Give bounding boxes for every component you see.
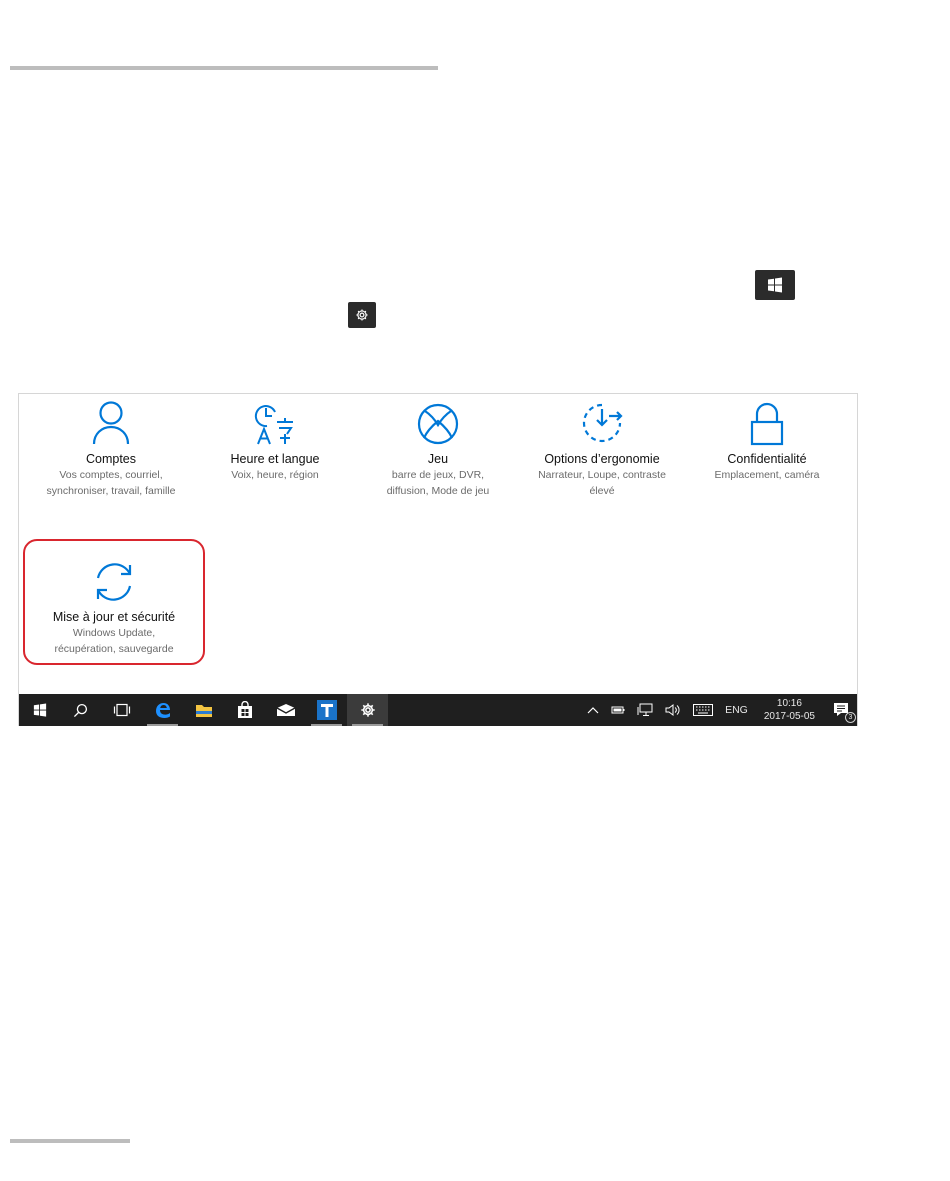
search-button[interactable] [60, 694, 101, 726]
clock-time: 10:16 [776, 698, 802, 709]
notification-count-badge: 3 [845, 712, 856, 723]
tile-options-ergonomie[interactable]: Options d’ergonomie Narrateur, Loupe, co… [517, 396, 687, 499]
mail-icon [276, 704, 295, 716]
windows-key-icon [755, 270, 795, 300]
volume-icon [665, 704, 680, 716]
t-app-button[interactable] [306, 694, 347, 726]
action-center-button[interactable]: 3 [825, 694, 857, 726]
show-hidden-icons-button[interactable] [581, 694, 605, 726]
tile-confidentialite[interactable]: Confidentialité Emplacement, caméra [682, 396, 852, 483]
tile-desc-line: synchroniser, travail, famille [46, 485, 176, 497]
tile-desc-line: Narrateur, Loupe, contraste [538, 469, 666, 481]
red-highlight-box [23, 539, 205, 665]
store-button[interactable] [224, 694, 265, 726]
battery-icon [611, 706, 625, 714]
tile-title: Confidentialité [727, 452, 807, 466]
tile-comptes[interactable]: Comptes Vos comptes, courriel, synchroni… [26, 396, 196, 499]
chevron-up-icon [587, 707, 599, 714]
time-language-icon [254, 405, 293, 445]
network-icon [637, 703, 653, 716]
file-explorer-button[interactable] [183, 694, 224, 726]
settings-gear-icon [360, 703, 375, 717]
t-app-icon [316, 700, 337, 720]
settings-gear-key-icon [348, 302, 376, 328]
task-view-button[interactable] [101, 694, 142, 726]
bottom-rule [10, 1139, 130, 1143]
person-icon [92, 401, 130, 445]
edge-button[interactable] [142, 694, 183, 726]
tile-desc-line: élevé [589, 485, 615, 497]
edge-icon [155, 703, 170, 718]
network-button[interactable] [631, 694, 659, 726]
file-explorer-icon [195, 705, 212, 717]
clock[interactable]: 10:16 2017-05-05 [754, 697, 825, 723]
tile-title: Jeu [427, 452, 449, 466]
tile-title: Options d’ergonomie [544, 452, 660, 466]
tile-title: Heure et langue [230, 452, 320, 466]
ease-of-access-icon [582, 403, 623, 443]
tile-heure-langue[interactable]: Heure et langue Voix, heure, région [190, 396, 360, 483]
tile-desc-line: diffusion, Mode de jeu [386, 485, 490, 497]
top-rule [10, 66, 438, 70]
search-icon [73, 703, 88, 717]
touch-keyboard-button[interactable] [687, 694, 719, 726]
tile-desc-line: Voix, heure, région [231, 469, 319, 481]
start-button[interactable] [19, 694, 60, 726]
clock-date: 2017-05-05 [763, 711, 815, 722]
tile-desc-line: Vos comptes, courriel, [59, 469, 163, 481]
battery-button[interactable] [605, 694, 631, 726]
task-view-icon [113, 703, 130, 717]
tile-jeu[interactable]: Jeu barre de jeux, DVR, diffusion, Mode … [353, 396, 523, 499]
keyboard-icon [693, 704, 714, 716]
store-icon [237, 701, 252, 718]
system-tray: ENG 10:16 2017-05-05 3 [581, 694, 857, 726]
tile-desc-line: barre de jeux, DVR, [391, 469, 485, 481]
volume-button[interactable] [659, 694, 687, 726]
settings-taskbar-button[interactable] [347, 694, 388, 726]
start-icon [33, 703, 46, 717]
mail-button[interactable] [265, 694, 306, 726]
tile-desc-line: Emplacement, caméra [714, 469, 820, 481]
taskbar: ENG 10:16 2017-05-05 3 [19, 694, 857, 726]
settings-screenshot: Comptes Vos comptes, courriel, synchroni… [18, 393, 858, 726]
lock-icon [750, 402, 784, 446]
xbox-icon [417, 403, 459, 445]
language-indicator[interactable]: ENG [719, 694, 754, 726]
tile-title: Comptes [85, 452, 137, 466]
